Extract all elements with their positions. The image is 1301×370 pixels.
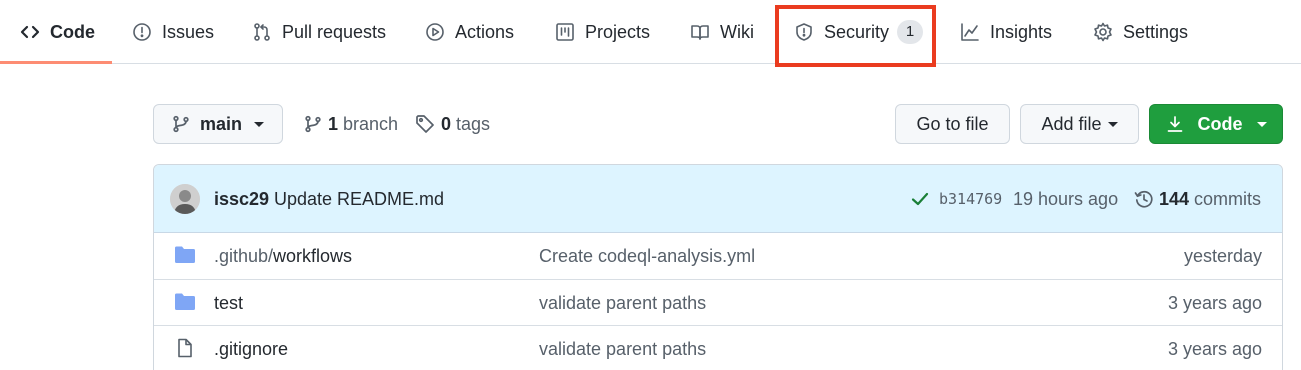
add-file-button[interactable]: Add file — [1020, 104, 1139, 144]
security-alert-counter: 1 — [897, 20, 924, 44]
commits-label: commits — [1194, 188, 1262, 209]
file-name-link[interactable]: .gitignore — [214, 326, 288, 370]
branches-link[interactable]: 1 branch — [304, 104, 398, 144]
tab-projects[interactable]: Projects — [555, 0, 650, 64]
git-branch-icon — [172, 115, 190, 133]
chevron-down-icon — [1256, 121, 1267, 127]
tab-code[interactable]: Code — [20, 0, 95, 64]
commit-message[interactable]: Update README.md — [274, 165, 444, 233]
tab-label: Actions — [455, 21, 515, 42]
file-commit-date: 3 years ago — [1167, 339, 1262, 359]
play-icon — [425, 22, 445, 42]
repo-tab-nav: Code Issues Pull requests Actions Projec… — [0, 0, 1301, 64]
tag-count: 0 — [441, 113, 452, 134]
go-to-file-label: Go to file — [916, 113, 989, 134]
file-name-link[interactable]: test — [214, 280, 243, 326]
tab-actions[interactable]: Actions — [425, 0, 514, 64]
gear-icon — [1093, 22, 1113, 42]
tab-pull-requests[interactable]: Pull requests — [252, 0, 386, 64]
tab-label: Wiki — [720, 21, 754, 42]
tab-label: Issues — [162, 21, 215, 42]
file-name-link[interactable]: .github/workflows — [214, 233, 352, 279]
commit-count: 144 — [1159, 188, 1190, 209]
avatar[interactable] — [170, 184, 200, 214]
tab-label: Settings — [1123, 21, 1189, 42]
tab-label: Insights — [990, 21, 1053, 42]
tab-settings[interactable]: Settings — [1093, 0, 1188, 64]
book-icon — [690, 22, 710, 42]
tab-insights[interactable]: Insights — [960, 0, 1052, 64]
code-icon — [20, 22, 40, 42]
tab-label: Pull requests — [282, 21, 387, 42]
file-commit-date: 3 years ago — [1167, 293, 1262, 313]
branch-label: branch — [343, 113, 399, 134]
tag-icon — [415, 114, 441, 134]
tab-issues[interactable]: Issues — [132, 0, 214, 64]
project-icon — [555, 22, 575, 42]
commit-author[interactable]: issc29 — [214, 165, 269, 233]
go-to-file-button[interactable]: Go to file — [895, 104, 1010, 144]
download-icon — [1166, 115, 1184, 133]
file-browser: issc29 Update README.md b314769 19 hours… — [153, 164, 1283, 370]
issue-opened-icon — [132, 22, 152, 42]
chevron-down-icon — [1107, 121, 1118, 127]
branch-select-label: main — [199, 113, 242, 134]
tab-security[interactable]: Security 1 — [794, 0, 924, 64]
commit-time: 19 hours ago — [1013, 189, 1119, 209]
branch-count: 1 — [328, 113, 339, 134]
file-commit-message[interactable]: Create codeql-analysis.yml — [539, 233, 755, 279]
file-path-prefix: .github/ — [214, 246, 274, 266]
commit-sha[interactable]: b314769 — [939, 165, 1002, 233]
latest-commit-bar: issc29 Update README.md b314769 19 hours… — [154, 165, 1282, 233]
tag-label: tags — [456, 113, 491, 134]
git-pull-request-icon — [252, 22, 272, 42]
tab-label: Code — [50, 21, 95, 42]
tab-label: Security — [824, 21, 890, 42]
file-row[interactable]: .github/workflows Create codeql-analysis… — [154, 233, 1282, 279]
file-name: workflows — [273, 246, 353, 266]
add-file-label: Add file — [1041, 113, 1102, 134]
file-commit-date: yesterday — [1183, 246, 1262, 266]
file-row[interactable]: test validate parent paths 3 years ago — [154, 279, 1282, 325]
check-icon[interactable] — [910, 189, 930, 209]
folder-icon — [174, 292, 196, 312]
shield-icon — [794, 22, 814, 42]
chevron-down-icon — [254, 121, 264, 127]
graph-icon — [960, 22, 980, 42]
file-name: .gitignore — [214, 339, 289, 359]
git-branch-icon — [304, 115, 328, 133]
code-button-label: Code — [1197, 113, 1243, 134]
file-commit-message[interactable]: validate parent paths — [539, 280, 706, 326]
tab-label: Projects — [585, 21, 651, 42]
file-name: test — [214, 293, 244, 313]
tab-wiki[interactable]: Wiki — [690, 0, 754, 64]
file-icon — [174, 338, 196, 358]
tags-link[interactable]: 0 tags — [415, 104, 490, 144]
file-commit-message[interactable]: validate parent paths — [539, 326, 706, 370]
active-tab-underline — [0, 61, 112, 64]
folder-icon — [174, 245, 196, 265]
history-icon — [1134, 189, 1154, 209]
code-download-button[interactable]: Code — [1149, 104, 1283, 144]
file-row[interactable]: .gitignore validate parent paths 3 years… — [154, 325, 1282, 370]
branch-select-button[interactable]: main — [153, 104, 283, 144]
commits-history-link[interactable]: 144 commits — [1134, 165, 1261, 233]
